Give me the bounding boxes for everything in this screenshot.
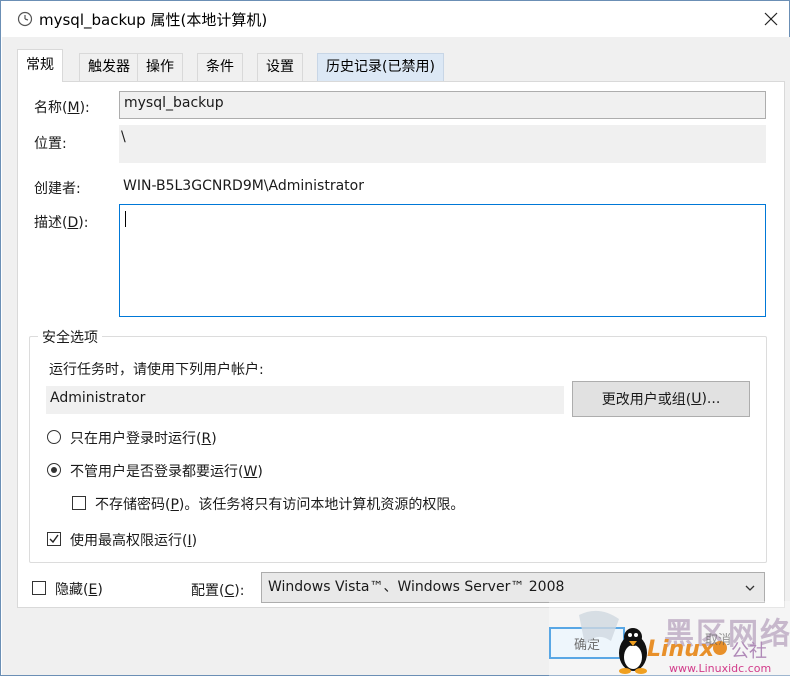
tab-actions[interactable]: 操作 [137, 53, 183, 81]
watermark-url: www.Linuxidc.com [669, 662, 772, 675]
tab-history[interactable]: 历史记录(已禁用) [317, 53, 444, 81]
configure-for-select[interactable]: Windows Vista™、Windows Server™ 2008 [261, 572, 765, 603]
user-account-field: Administrator [46, 386, 564, 414]
radio-run-whether-logged-on-label[interactable]: 不管用户是否登录都要运行(W) [70, 461, 263, 481]
window-title: mysql_backup 属性(本地计算机) [39, 11, 268, 29]
tab-triggers[interactable]: 触发器 [79, 53, 139, 81]
description-textarea[interactable] [119, 204, 766, 317]
name-label: 名称(M): [34, 100, 90, 116]
location-label: 位置: [34, 136, 67, 152]
checkbox-do-not-store-password[interactable] [72, 496, 86, 510]
chevron-down-icon [745, 585, 755, 591]
run-as-prompt: 运行任务时，请使用下列用户帐户: [49, 362, 264, 378]
clock-icon [17, 11, 33, 27]
configure-for-value: Windows Vista™、Windows Server™ 2008 [268, 579, 565, 595]
author-label: 创建者: [34, 181, 81, 197]
tab-conditions[interactable]: 条件 [197, 53, 243, 81]
dialog-client: 常规 触发器 操作 条件 设置 历史记录(已禁用) 名称(M): mysql_b… [2, 37, 790, 675]
hidden-label[interactable]: 隐藏(E) [55, 579, 103, 599]
name-field[interactable]: mysql_backup [119, 91, 766, 119]
title-bar: mysql_backup 属性(本地计算机) [1, 1, 789, 37]
checkbox-hidden[interactable] [32, 581, 46, 595]
checkbox-highest-privileges[interactable] [47, 532, 61, 546]
checkmark-icon [49, 534, 59, 544]
properties-dialog: mysql_backup 属性(本地计算机) 常规 触发器 操作 条件 设置 历… [0, 0, 790, 676]
tab-settings[interactable]: 设置 [257, 53, 303, 81]
watermark-brand-suffix: 公社 [731, 641, 767, 662]
radio-run-only-logged-on-label[interactable]: 只在用户登录时运行(R) [70, 428, 217, 448]
cancel-button[interactable]: 取消 [705, 629, 731, 648]
security-group-title: 安全选项 [38, 327, 102, 347]
tab-general[interactable]: 常规 [17, 49, 63, 82]
radio-run-only-logged-on[interactable] [47, 430, 61, 444]
do-not-store-password-label[interactable]: 不存储密码(P)。该任务将只有访问本地计算机资源的权限。 [95, 494, 464, 514]
location-field[interactable]: \ [119, 125, 766, 163]
text-caret [125, 211, 126, 227]
description-label: 描述(D): [34, 215, 89, 231]
author-value: WIN-B5L3GCNRD9M\Administrator [123, 178, 364, 194]
configure-label: 配置(C): [191, 583, 245, 599]
close-icon [764, 12, 778, 26]
highest-privileges-label[interactable]: 使用最高权限运行(I) [70, 530, 197, 550]
radio-run-whether-logged-on[interactable] [47, 463, 61, 477]
change-user-button[interactable]: 更改用户或组(U)... [572, 381, 750, 417]
close-button[interactable] [753, 3, 789, 35]
